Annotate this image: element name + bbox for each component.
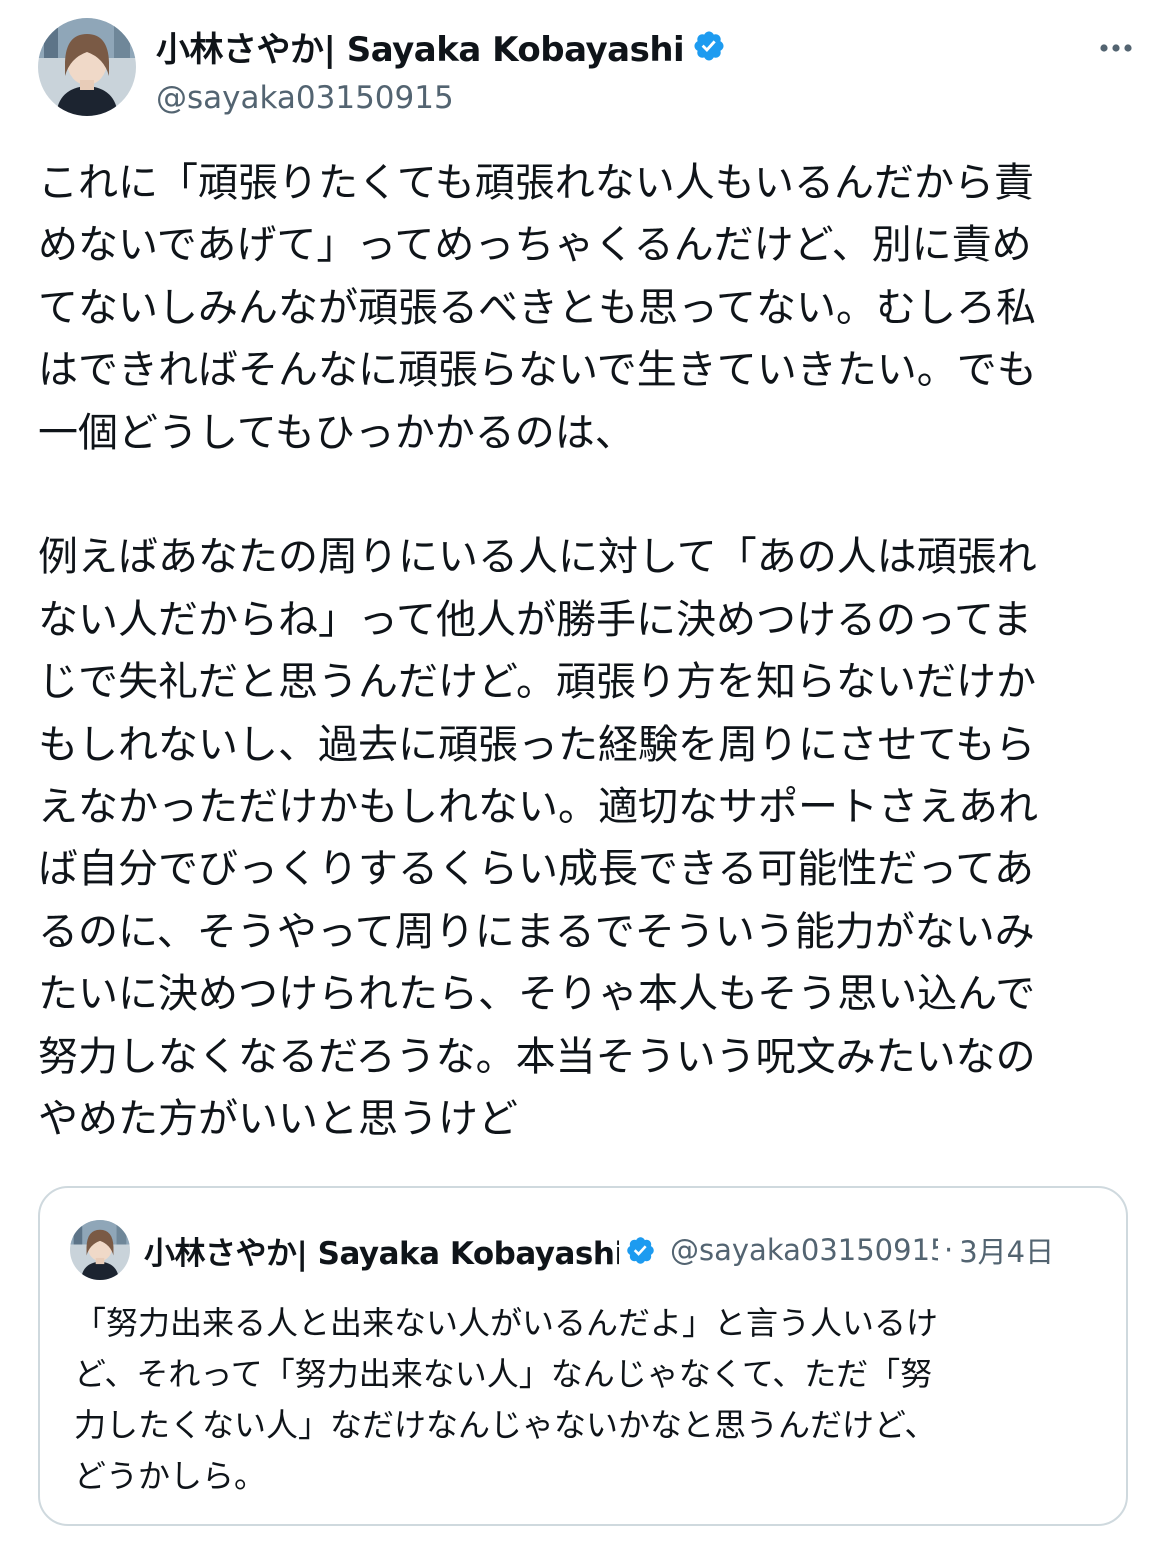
display-name-row: 小林さやか| Sayaka Kobayashi bbox=[156, 22, 726, 70]
quoted-text-line: ど、それって「努力出来ない人」なんじゃなくて、ただ「努 bbox=[74, 1355, 933, 1393]
quoted-tweet-text: 「努力出来る人と出来ない人がいるんだよ」と言う人いるけ ど、それって「努力出来ない… bbox=[74, 1298, 1104, 1502]
tweet-text-line: ない人だからね」って他人が勝手に決めつけるのってま bbox=[38, 596, 1032, 643]
tweet-text-line: てないしみんなが頑張るべきとも思ってない。むしろ私 bbox=[38, 284, 1036, 331]
tweet-text-line bbox=[38, 464, 1108, 526]
tweet-text-line: はできればそんなに頑張らないで生きていきたい。でも bbox=[38, 347, 1037, 394]
quoted-separator: · bbox=[944, 1233, 954, 1267]
more-options-icon[interactable] bbox=[1094, 26, 1138, 70]
tweet-text-line: るのに、そうやって周りにまるでそういう能力がないみ bbox=[38, 908, 1035, 955]
tweet-text-line: ば自分でびっくりするくらい成長できる可能性だってあ bbox=[38, 846, 1034, 893]
quoted-verified-badge-icon bbox=[627, 1236, 654, 1264]
avatar[interactable] bbox=[38, 18, 136, 116]
quoted-tweet-header: 小林さやか| Sayaka Kobayashi @sayaka03150915 … bbox=[70, 1218, 1100, 1282]
tweet-header: 小林さやか| Sayaka Kobayashi @sayaka03150915 bbox=[38, 18, 1138, 118]
verified-badge-icon bbox=[694, 31, 724, 61]
tweet-text-line: 努力しなくなるだろうな。本当そういう呪文みたいなの bbox=[38, 1033, 1036, 1080]
tweet-text-line: これに「頑張りたくても頑張れない人もいるんだから責 bbox=[38, 160, 1034, 206]
tweet-text-line: やめた方がいいと思うけど bbox=[38, 1096, 518, 1143]
tweet-text-line: もしれないし、過去に頑張った経験を周りにさせてもら bbox=[38, 721, 1036, 768]
quoted-display-name: 小林さやか| Sayaka Kobayashi bbox=[144, 1235, 619, 1272]
quoted-date[interactable]: 3月4日 bbox=[959, 1229, 1054, 1271]
quoted-handle: @sayaka03150915 bbox=[670, 1233, 938, 1267]
tweet-text-line: 例えばあなたの周りにいる人に対して「あの人は頑張れ bbox=[38, 534, 1037, 581]
avatar-image bbox=[38, 18, 136, 116]
quoted-text-line: 力したくない人」なだけなんじゃないかなと思うんだけど、 bbox=[74, 1406, 937, 1444]
tweet-text: これに「頑張りたくても頑張れない人もいるんだから責 めないであげて」ってめっちゃく… bbox=[38, 152, 1108, 1151]
quoted-text-line: 「努力出来る人と出来ない人がいるんだよ」と言う人いるけ bbox=[74, 1304, 939, 1342]
quoted-text-line: どうかしら。 bbox=[74, 1457, 267, 1495]
tweet-text-line: じで失礼だと思うんだけど。頑張り方を知らないだけか bbox=[38, 659, 1036, 706]
quoted-avatar-image bbox=[70, 1220, 130, 1280]
tweet-text-line: めないであげて」ってめっちゃくるんだけど、別に責め bbox=[38, 222, 1032, 269]
quoted-avatar bbox=[70, 1220, 130, 1280]
tweet-text-line: 一個どうしてもひっかかるのは、 bbox=[38, 409, 635, 456]
tweet-text-line: えなかっただけかもしれない。適切なサポートさえあれ bbox=[38, 784, 1038, 831]
quoted-tweet-card[interactable]: 小林さやか| Sayaka Kobayashi @sayaka03150915 … bbox=[38, 1186, 1128, 1526]
author-handle[interactable]: @sayaka03150915 bbox=[156, 80, 726, 116]
author-info: 小林さやか| Sayaka Kobayashi @sayaka03150915 bbox=[156, 22, 726, 116]
author-display-name[interactable]: 小林さやか| Sayaka Kobayashi bbox=[156, 22, 685, 71]
tweet-text-line: たいに決めつけられたら、そりゃ本人もそう思い込んで bbox=[38, 971, 1036, 1018]
